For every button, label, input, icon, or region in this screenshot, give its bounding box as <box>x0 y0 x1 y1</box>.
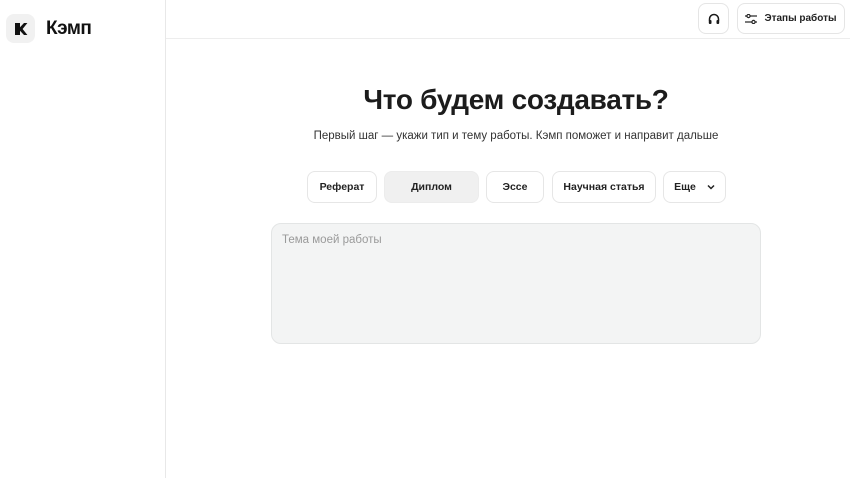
page-title: Что будем создавать? <box>363 84 669 115</box>
type-option-esse[interactable]: Эссе <box>486 171 544 203</box>
brand-name: Кэмп <box>46 17 92 39</box>
page-subtitle: Первый шаг — укажи тип и тему работы. Кэ… <box>313 130 719 142</box>
type-option-referat[interactable]: Реферат <box>307 171 377 203</box>
stages-label: Этапы работы <box>764 13 837 24</box>
type-option-label: Реферат <box>319 181 365 193</box>
topic-field[interactable] <box>271 223 761 344</box>
brand[interactable]: Кэмп <box>6 14 92 43</box>
sidebar: Кэмп <box>0 0 166 478</box>
more-types-label: Еще <box>674 181 696 193</box>
stages-button[interactable]: Этапы работы <box>737 3 845 34</box>
headphones-icon <box>708 13 719 24</box>
type-option-label: Научная статья <box>563 181 645 193</box>
type-option-article[interactable]: Научная статья <box>552 171 656 203</box>
type-option-diplom[interactable]: Диплом <box>384 171 479 203</box>
logo-icon <box>6 14 35 43</box>
topic-input[interactable] <box>282 234 750 333</box>
sliders-icon <box>745 13 758 24</box>
type-option-label: Диплом <box>411 181 452 193</box>
support-button[interactable] <box>698 3 729 34</box>
type-option-label: Эссе <box>502 181 528 193</box>
chevron-down-icon <box>707 184 715 190</box>
more-types-dropdown[interactable]: Еще <box>663 171 726 203</box>
